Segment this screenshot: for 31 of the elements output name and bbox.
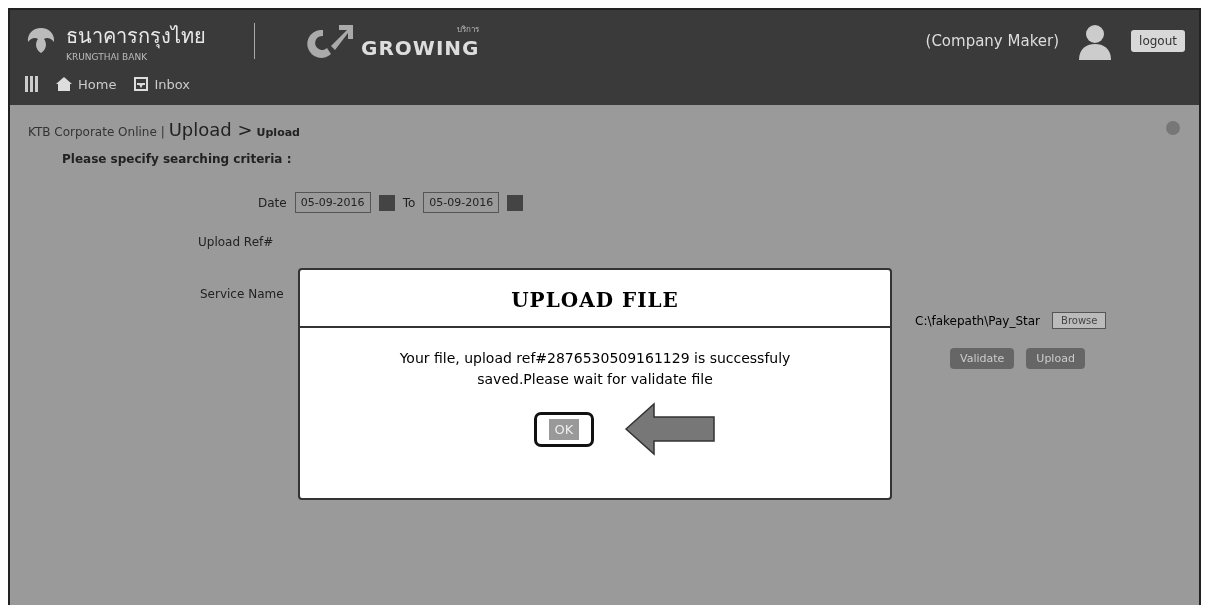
bank-subtitle: KRUNGTHAI BANK xyxy=(66,52,149,62)
date-field[interactable]: 05-09-2016 xyxy=(294,192,371,213)
browse-button[interactable]: Browse xyxy=(1052,312,1107,329)
nav-link[interactable]: Inbox xyxy=(134,76,190,92)
action-button[interactable]: Validate xyxy=(950,348,1015,369)
breadcrumb-page: Upload xyxy=(256,126,300,139)
product-name: GROWING xyxy=(361,35,480,60)
nav-label: Home xyxy=(78,76,117,92)
field-label: To xyxy=(402,195,416,210)
dialog-title: UPLOAD FILE xyxy=(511,287,679,314)
nav-label: Inbox xyxy=(154,76,190,92)
field-label: Service Name xyxy=(200,287,284,301)
date-field[interactable]: 05-09-2016 xyxy=(423,192,500,213)
logout-button[interactable]: logout xyxy=(1131,30,1185,52)
form-heading: Please specify searching criteria : xyxy=(62,152,293,166)
field-label: Date xyxy=(258,195,287,210)
product-tag: บริการ xyxy=(457,22,480,36)
nav-link[interactable]: Home xyxy=(56,76,117,92)
arrow-icon xyxy=(624,402,717,456)
home-icon xyxy=(56,77,72,91)
user-name: (Company Maker) xyxy=(925,32,1060,50)
grid-menu-icon[interactable] xyxy=(24,76,38,92)
inbox-icon xyxy=(134,77,149,91)
dialog-message: Your file, upload ref#2876530509161129 is successfuly saved.Please wait for validate file xyxy=(398,349,792,389)
breadcrumb-section[interactable]: Upload > xyxy=(168,119,253,140)
field-label: Upload Ref# xyxy=(198,235,274,249)
action-button[interactable]: Upload xyxy=(1026,348,1085,369)
file-path: C:\fakepath\Pay_Star xyxy=(915,313,1041,328)
breadcrumb-root[interactable]: KTB Corporate Online | xyxy=(28,125,165,139)
avatar-icon xyxy=(1077,22,1114,60)
bank-name: ธนาคารกรุงไทย xyxy=(66,23,206,51)
